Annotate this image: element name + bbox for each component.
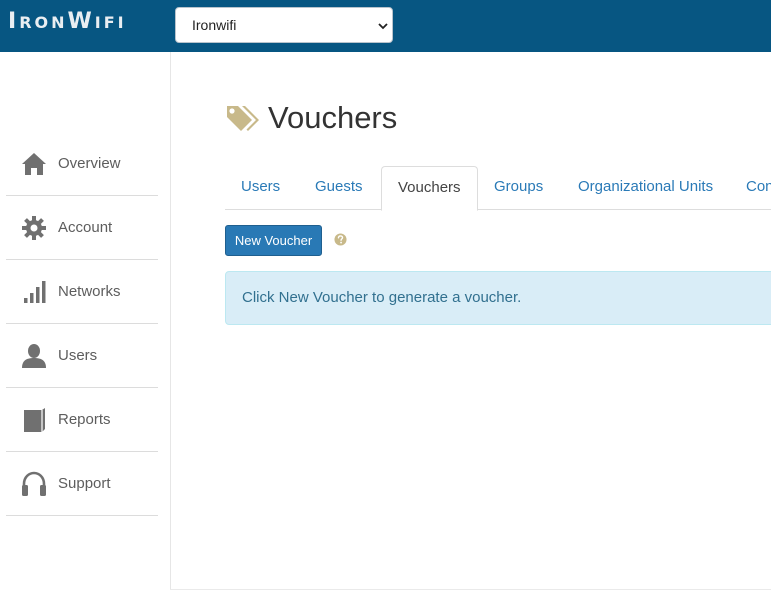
organization-select[interactable]: Ironwifi <box>175 7 393 43</box>
sidebar-item-label: Overview <box>58 155 121 172</box>
new-voucher-button[interactable]: New Voucher <box>225 225 322 256</box>
page-title: Vouchers <box>268 100 398 135</box>
sidebar-divider <box>170 52 171 590</box>
signal-bars-icon <box>21 279 47 305</box>
page-header: Vouchers <box>224 100 397 136</box>
tags-icon <box>227 106 259 131</box>
book-icon <box>21 407 47 433</box>
tab-users[interactable]: Users <box>225 166 296 210</box>
logo-letter-i: I <box>8 9 20 34</box>
content-bottom-border <box>170 589 771 590</box>
question-circle-icon[interactable] <box>334 233 347 246</box>
sidebar-item-overview[interactable]: Overview <box>6 132 158 196</box>
logo-text-ifi: IFI <box>94 13 127 32</box>
sidebar-item-label: Account <box>58 219 113 236</box>
chevron-down-icon <box>378 23 388 30</box>
logo-letter-w: W <box>67 9 95 34</box>
tab-vouchers[interactable]: Vouchers <box>381 166 478 211</box>
tab-organizational-units[interactable]: Organizational Units <box>562 166 729 210</box>
tab-bar: Users Guests Vouchers Groups Organizatio… <box>225 166 771 211</box>
top-navbar: IRONWIFI Ironwifi <box>0 0 771 52</box>
tab-con[interactable]: Con <box>730 166 771 210</box>
sidebar-item-networks[interactable]: Networks <box>6 260 158 324</box>
sidebar-item-users[interactable]: Users <box>6 324 158 388</box>
sidebar-item-label: Support <box>58 475 111 492</box>
sidebar-item-reports[interactable]: Reports <box>6 388 158 452</box>
tab-groups[interactable]: Groups <box>478 166 559 210</box>
logo-text-ron: RON <box>19 13 68 32</box>
info-alert-message: Click New Voucher to generate a voucher. <box>242 289 522 306</box>
headphones-icon <box>21 471 47 497</box>
sidebar-item-label: Networks <box>58 283 121 300</box>
ironwifi-logo[interactable]: IRONWIFI <box>8 11 127 34</box>
user-icon <box>21 343 47 369</box>
sidebar-item-label: Users <box>58 347 98 364</box>
info-alert: Click New Voucher to generate a voucher. <box>225 271 771 325</box>
home-icon <box>21 151 47 177</box>
sidebar-item-label: Reports <box>58 411 111 428</box>
tab-guests[interactable]: Guests <box>299 166 379 210</box>
gear-icon <box>21 215 47 241</box>
sidebar-item-support[interactable]: Support <box>6 452 158 516</box>
sidebar-item-account[interactable]: Account <box>6 196 158 260</box>
organization-select-value: Ironwifi <box>192 17 237 33</box>
